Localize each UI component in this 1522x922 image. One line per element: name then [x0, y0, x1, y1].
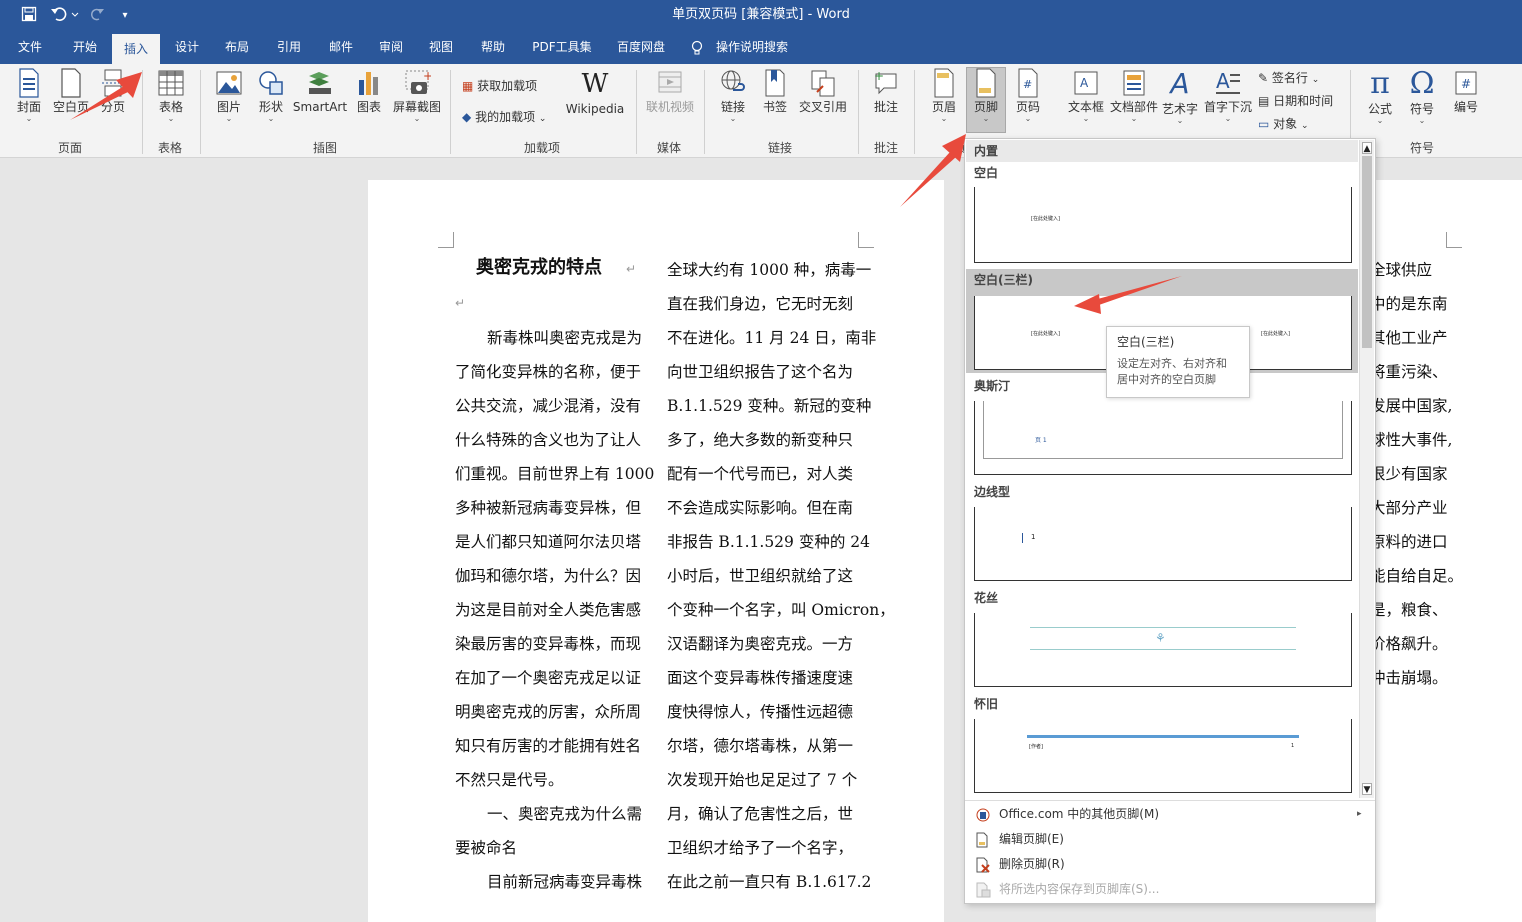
annotation-arrows: [70, 72, 1182, 314]
arrow-insert-tab: [70, 72, 142, 120]
arrow-footer-button: [900, 134, 966, 207]
arrow-three-column-item: [1074, 276, 1182, 314]
